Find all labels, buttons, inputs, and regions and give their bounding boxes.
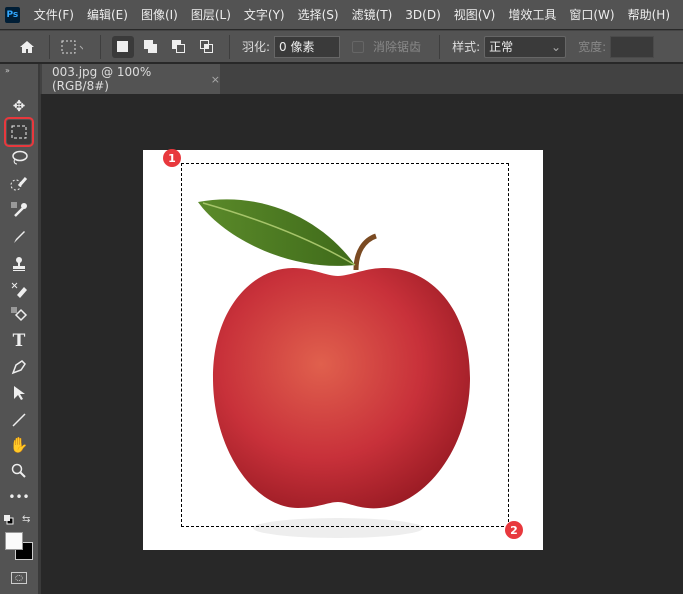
menu-file[interactable]: 文件(F) <box>34 6 74 23</box>
width-label: 宽度: <box>578 40 607 54</box>
document-tab-title: 003.jpg @ 100%(RGB/8#) <box>52 65 152 93</box>
feather-label: 羽化: <box>242 40 271 54</box>
eyedropper-tool-icon[interactable] <box>7 198 31 222</box>
more-tools-icon[interactable]: ••• <box>7 485 31 509</box>
quick-mask-icon[interactable] <box>11 572 27 584</box>
add-selection-icon[interactable] <box>140 36 162 58</box>
document-tab[interactable]: 003.jpg @ 100%(RGB/8#) × <box>42 64 220 94</box>
step-badge-1: 1 <box>163 149 181 167</box>
photoshop-logo: Ps <box>5 6 20 23</box>
width-input[interactable] <box>610 35 655 58</box>
divider <box>100 34 101 59</box>
antialias-checkbox[interactable] <box>352 40 365 53</box>
menu-edit[interactable]: 编辑(E) <box>87 6 128 23</box>
menu-3d[interactable]: 3D(D) <box>405 8 440 22</box>
eraser-tool-icon[interactable] <box>7 278 31 302</box>
paint-bucket-tool-icon[interactable] <box>7 303 31 327</box>
rectangular-marquee-tool-icon[interactable] <box>4 117 34 147</box>
menu-plugins[interactable]: 增效工具 <box>508 6 556 23</box>
foreground-color-swatch[interactable] <box>5 532 23 550</box>
home-icon[interactable] <box>16 36 38 58</box>
divider <box>439 34 441 59</box>
marquee-preset-icon[interactable] <box>61 36 83 58</box>
selection-marquee <box>181 163 509 527</box>
brush-tool-icon[interactable] <box>7 225 31 249</box>
options-bar: 羽化: 0 像素 消除锯齿 样式: 正常 ⌄ 宽度: <box>0 30 683 62</box>
menu-filter[interactable]: 滤镜(T) <box>352 6 393 23</box>
menu-bar: Ps 文件(F) 编辑(E) 图像(I) 图层(L) 文字(Y) 选择(S) 滤… <box>0 0 683 29</box>
menu-layer[interactable]: 图层(L) <box>191 6 231 23</box>
close-tab-icon[interactable]: × <box>211 73 220 86</box>
clone-stamp-tool-icon[interactable] <box>7 252 31 276</box>
move-tool-icon[interactable]: ✥ <box>7 94 31 118</box>
style-value: 正常 <box>489 39 514 54</box>
document-tab-bar: 003.jpg @ 100%(RGB/8#) × <box>40 64 683 94</box>
menu-help[interactable]: 帮助(H) <box>628 6 670 23</box>
antialias-label: 消除锯齿 <box>373 40 422 54</box>
style-label: 样式: <box>452 40 481 54</box>
step-badge-2: 2 <box>505 521 523 539</box>
default-colors-icon[interactable] <box>4 514 14 528</box>
divider <box>229 34 230 59</box>
hand-tool-icon[interactable]: ✋ <box>7 433 31 457</box>
zoom-tool-icon[interactable] <box>7 459 31 483</box>
line-tool-icon[interactable] <box>7 408 31 432</box>
collapse-icon[interactable]: » <box>5 66 10 75</box>
tools-panel: » ✥ T ✋ ••• ⇆ <box>0 64 38 594</box>
menu-select[interactable]: 选择(S) <box>298 6 339 23</box>
subtract-selection-icon[interactable] <box>168 36 190 58</box>
chevron-down-icon: ⌄ <box>551 39 562 54</box>
new-selection-icon[interactable] <box>112 35 134 58</box>
menu-window[interactable]: 窗口(W) <box>569 6 614 23</box>
menu-view[interactable]: 视图(V) <box>454 6 496 23</box>
divider <box>49 34 50 59</box>
type-tool-icon[interactable]: T <box>7 329 31 353</box>
menu-image[interactable]: 图像(I) <box>141 6 178 23</box>
style-select[interactable]: 正常 ⌄ <box>484 35 567 58</box>
intersect-selection-icon[interactable] <box>196 36 218 58</box>
menu-type[interactable]: 文字(Y) <box>244 6 285 23</box>
path-selection-tool-icon[interactable] <box>7 381 31 405</box>
swap-colors-icon[interactable]: ⇆ <box>22 514 30 525</box>
feather-input[interactable]: 0 像素 <box>274 35 341 58</box>
lasso-tool-icon[interactable] <box>7 146 31 170</box>
panel-scrollbar[interactable] <box>38 64 41 594</box>
quick-selection-tool-icon[interactable] <box>7 172 31 196</box>
pen-tool-icon[interactable] <box>7 355 31 379</box>
